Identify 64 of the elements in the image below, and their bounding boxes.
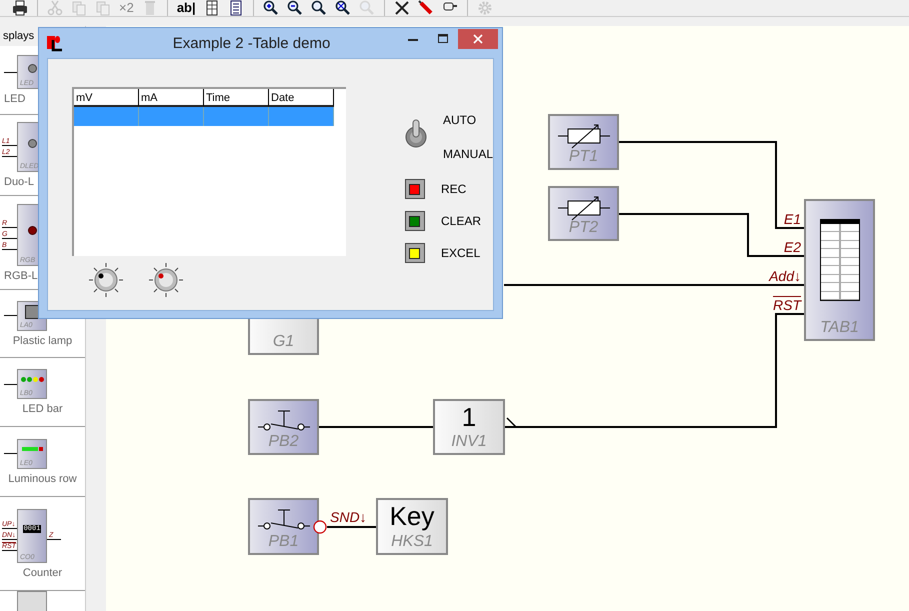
button-label: EXCEL bbox=[440, 246, 480, 260]
square-button[interactable] bbox=[404, 179, 425, 199]
copy-icon bbox=[71, 0, 87, 16]
component-label: Plastic lamp bbox=[12, 334, 72, 346]
block-label: INV1 bbox=[450, 433, 488, 451]
knob[interactable] bbox=[148, 262, 184, 298]
gear-icon bbox=[476, 0, 493, 16]
paste-icon bbox=[95, 0, 111, 16]
pin-label: SND↓ bbox=[330, 509, 367, 525]
pin-label: E2 bbox=[784, 239, 801, 255]
block-node[interactable]: PT1 bbox=[548, 114, 619, 170]
pin-label: E1 bbox=[784, 211, 801, 227]
block-node[interactable]: Key HKS1 bbox=[376, 498, 448, 555]
block-node[interactable]: PB2 bbox=[248, 399, 319, 455]
variable-resistor-icon bbox=[556, 194, 612, 222]
block-label: G1 bbox=[272, 333, 296, 351]
wire bbox=[327, 526, 376, 528]
button-label: REC bbox=[440, 182, 466, 196]
square-button[interactable] bbox=[404, 243, 425, 263]
column-header[interactable]: Date bbox=[269, 89, 334, 107]
toolbar-button[interactable]: ab| bbox=[172, 0, 200, 16]
pin-label: RST bbox=[773, 297, 801, 313]
block-label: TAB1 bbox=[819, 319, 860, 337]
zoom-icon bbox=[358, 0, 375, 16]
toggle-label: MANUAL bbox=[442, 147, 493, 161]
button-label: CLEAR bbox=[440, 214, 481, 228]
block-node[interactable]: 1 INV1 bbox=[433, 399, 505, 455]
square-button[interactable] bbox=[404, 211, 425, 231]
component-label: LED bbox=[4, 93, 26, 105]
grid-icon bbox=[204, 0, 220, 16]
output-circle-icon bbox=[313, 520, 327, 534]
component-label: Counter bbox=[22, 566, 62, 578]
block-node[interactable]: TAB1 bbox=[804, 199, 875, 341]
close-icon bbox=[473, 34, 483, 44]
column-header[interactable]: mV bbox=[74, 89, 139, 107]
block-symbol: 1 bbox=[462, 403, 476, 431]
scissors-icon bbox=[47, 0, 63, 16]
component-label: RGB-L bbox=[4, 270, 38, 282]
inverter-mark bbox=[506, 417, 517, 428]
component-label: Luminous row bbox=[8, 472, 77, 484]
block-label: PB1 bbox=[267, 533, 300, 551]
block-label: PB2 bbox=[267, 433, 300, 451]
list-icon bbox=[228, 0, 244, 16]
variable-resistor-icon bbox=[556, 122, 612, 150]
maximize-icon bbox=[438, 34, 448, 44]
column-header[interactable]: Time bbox=[204, 89, 269, 107]
block-label: PT1 bbox=[568, 148, 600, 166]
pen-icon bbox=[418, 0, 434, 16]
block-node[interactable]: PB1 bbox=[248, 498, 319, 555]
component-label: Duo-L bbox=[4, 176, 34, 188]
printer-icon bbox=[12, 0, 28, 16]
column-header[interactable]: mA bbox=[139, 89, 204, 107]
component-label: LED bar bbox=[22, 403, 63, 415]
app-logo-icon bbox=[45, 34, 65, 52]
block-symbol: Key bbox=[390, 502, 434, 530]
block-label: HKS1 bbox=[390, 533, 434, 551]
block-label: PT2 bbox=[568, 219, 600, 237]
toggle-label: AUTO bbox=[442, 113, 478, 127]
close-button[interactable] bbox=[458, 29, 498, 49]
window-title: Example 2 -Table demo bbox=[172, 34, 332, 52]
pin-label: Add↓ bbox=[769, 268, 801, 284]
knob[interactable] bbox=[88, 262, 124, 298]
table-icon bbox=[820, 219, 860, 301]
block-node[interactable]: PT2 bbox=[548, 186, 619, 241]
